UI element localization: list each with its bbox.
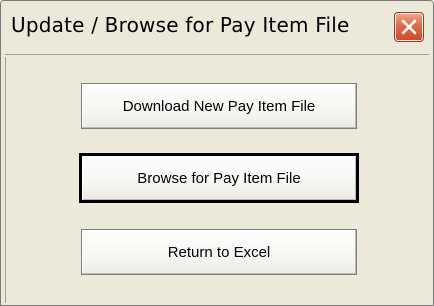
download-new-pay-item-file-button[interactable]: Download New Pay Item File [81,83,357,129]
browse-for-pay-item-file-button[interactable]: Browse for Pay Item File [79,153,359,203]
close-button[interactable] [394,12,424,42]
return-button-label: Return to Excel [167,243,271,261]
window-title: Update / Browse for Pay Item File [11,13,350,37]
dialog-window: Update / Browse for Pay Item File Downlo… [0,0,434,306]
dialog-body: Download New Pay Item File Browse for Pa… [5,57,429,303]
download-button-label: Download New Pay Item File [122,97,316,115]
close-icon [401,19,417,35]
title-bar[interactable]: Update / Browse for Pay Item File [1,1,433,55]
return-to-excel-button[interactable]: Return to Excel [81,229,357,275]
browse-button-label: Browse for Pay Item File [137,169,301,187]
